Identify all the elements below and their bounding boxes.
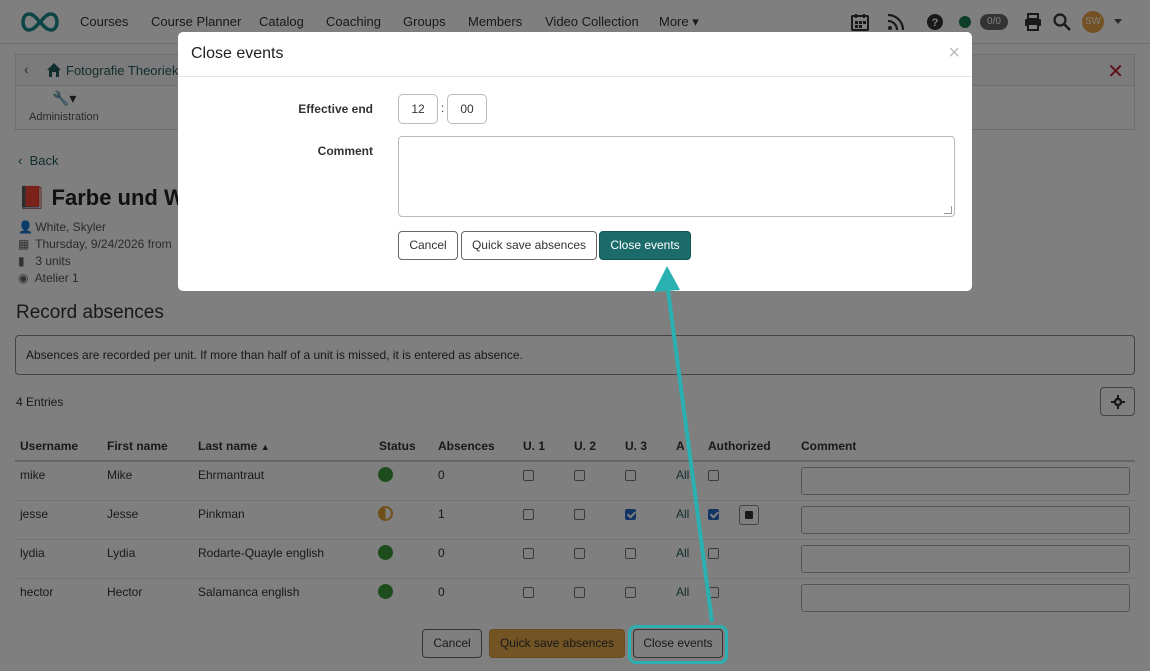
annotation-arrow xyxy=(654,266,714,623)
